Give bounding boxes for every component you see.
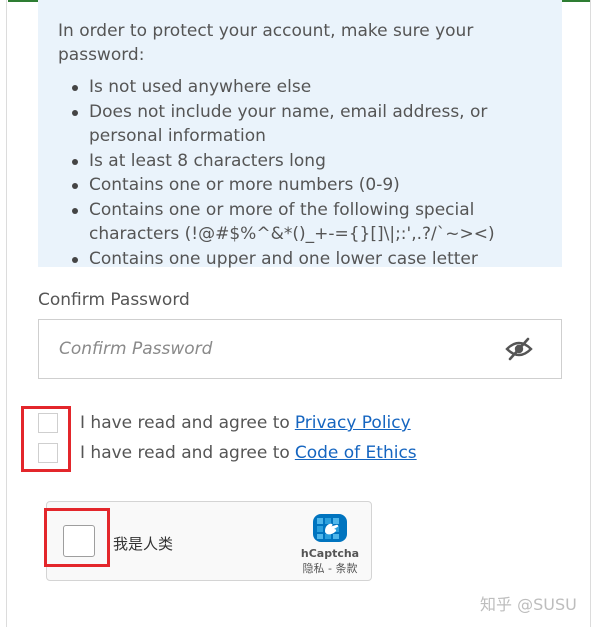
password-rule: Contains one upper and one lower case le… [58,247,542,272]
password-requirements-box: In order to protect your account, make s… [38,0,562,269]
password-requirements-intro: In order to protect your account, make s… [58,21,474,65]
bullet-icon [72,158,78,165]
bullet-icon [72,109,78,116]
code-of-ethics-agreement: I have read and agree to Code of Ethics [38,440,417,466]
agreement-text: I have read and agree to [80,413,290,433]
password-rule: Is not used anywhere else [58,75,542,100]
password-rule: Contains one or more of the following sp… [58,198,542,247]
hcaptcha-label: 我是人类 [113,535,174,553]
privacy-policy-agreement: I have read and agree to Privacy Policy [38,410,411,436]
password-rule: Does not include your name, email addres… [58,100,542,149]
privacy-policy-link[interactable]: Privacy Policy [295,413,411,433]
code-of-ethics-link[interactable]: Code of Ethics [295,443,417,463]
password-rule: Contains one or more numbers (0-9) [58,173,542,198]
frame-right-border [590,0,591,627]
password-rules-list: Is not used anywhere else Does not inclu… [58,75,542,271]
frame-left-border [6,0,7,627]
confirm-password-field-wrapper [38,319,562,379]
bullet-icon [72,183,78,189]
confirm-password-input[interactable] [39,320,499,378]
highlight-box [44,508,110,567]
agreement-text: I have read and agree to [80,443,290,463]
password-rule: Is at least 8 characters long [58,149,542,174]
bullet-icon [72,85,78,91]
hcaptcha-logo-icon [310,511,350,545]
watermark: 知乎 @SUSU [480,595,577,614]
hcaptcha-brand: hCaptcha [300,547,360,560]
confirm-password-label: Confirm Password [38,290,190,310]
bullet-icon [72,256,78,263]
bullet-icon [72,207,78,214]
hcaptcha-privacy-terms-links[interactable]: 隐私 - 条款 [294,560,366,576]
highlight-box [21,406,71,472]
eye-slash-icon[interactable] [505,336,533,362]
